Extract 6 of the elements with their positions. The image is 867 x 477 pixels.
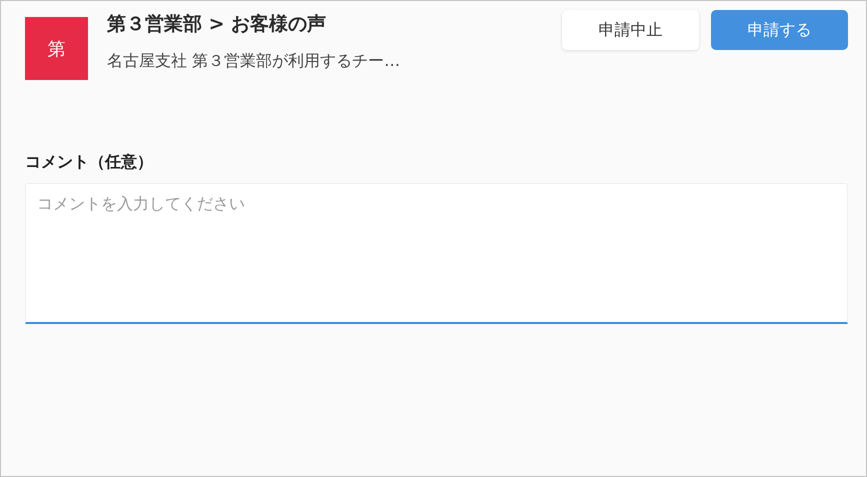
comment-field[interactable]: コメントを入力してください <box>25 183 848 324</box>
cancel-button[interactable]: 申請中止 <box>562 10 699 50</box>
comment-label: コメント（任意） <box>25 152 154 173</box>
page-title: 第３営業部 > お客様の声 <box>107 12 328 37</box>
team-avatar: 第 <box>25 17 88 80</box>
page-subtitle: 名古屋支社 第３営業部が利用するチー… <box>107 51 402 72</box>
